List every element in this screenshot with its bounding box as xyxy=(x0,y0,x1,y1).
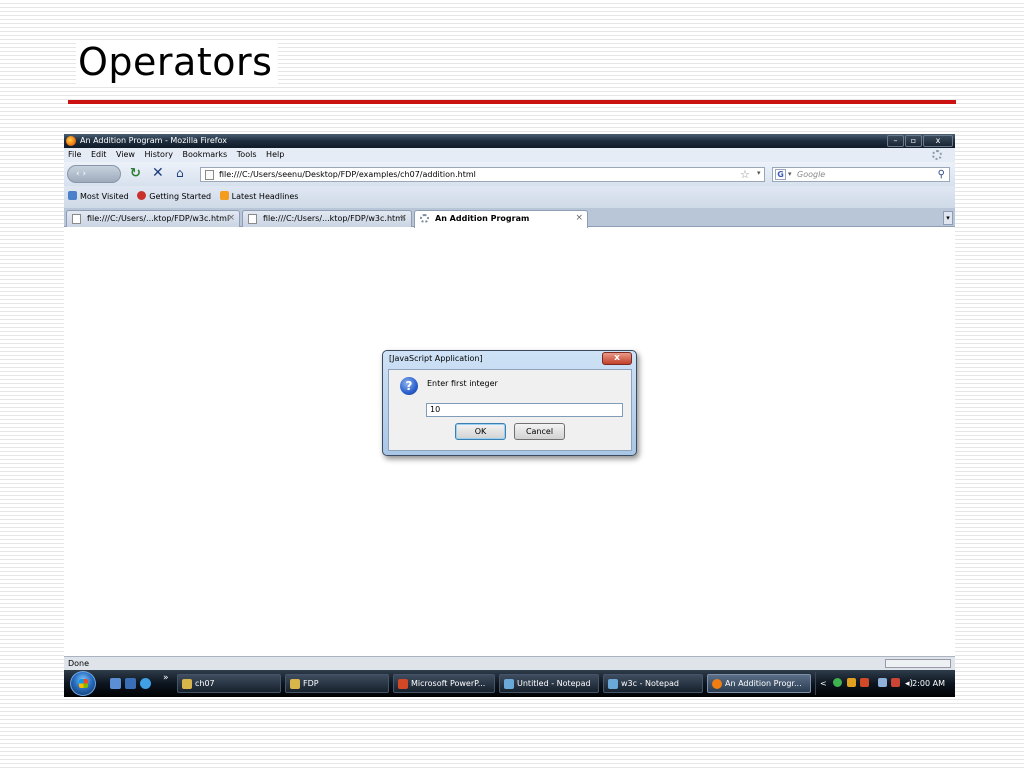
tab-w3c-1[interactable]: file:///C:/Users/...ktop/FDP/w3c.html × xyxy=(66,210,240,227)
back-forward-button[interactable]: ‹ › xyxy=(67,165,121,183)
close-window-button[interactable]: x xyxy=(923,135,953,147)
network-icon[interactable] xyxy=(877,678,887,687)
tab-w3c-2[interactable]: file:///C:/Users/...ktop/FDP/w3c.html × xyxy=(242,210,412,227)
taskbar-button-powerpoint[interactable]: Microsoft PowerP... xyxy=(393,674,495,693)
tab-label: file:///C:/Users/...ktop/FDP/w3c.html xyxy=(87,214,230,223)
getting-started-icon xyxy=(137,191,147,200)
menu-history[interactable]: History xyxy=(145,150,173,159)
search-icon[interactable]: ⚲ xyxy=(938,168,945,181)
windows-taskbar: » ch07 FDP Microsoft PowerP... Untitled … xyxy=(64,670,955,697)
browser-screenshot: An Addition Program - Mozilla Firefox – … xyxy=(64,134,955,697)
status-bar: Done xyxy=(64,656,955,670)
window-controls: – ▫ x xyxy=(886,135,953,147)
tab-label: file:///C:/Users/...ktop/FDP/w3c.html xyxy=(263,214,406,223)
tab-close-icon[interactable]: × xyxy=(575,211,583,226)
status-progress-bar xyxy=(885,659,951,668)
title-underline xyxy=(68,100,956,104)
dialog-input[interactable]: 10 xyxy=(426,403,623,417)
stop-icon[interactable]: ✕ xyxy=(152,165,164,181)
home-icon[interactable]: ⌂ xyxy=(176,166,184,180)
bookmark-most-visited[interactable]: Most Visited xyxy=(68,186,129,208)
tray-expand-icon[interactable]: < xyxy=(820,679,827,688)
dialog-body: ? Enter first integer 10 OK Cancel xyxy=(388,369,632,451)
show-desktop-icon[interactable] xyxy=(110,678,121,689)
url-bar[interactable]: file:///C:/Users/seenu/Desktop/FDP/examp… xyxy=(200,167,765,182)
internet-explorer-icon[interactable] xyxy=(140,678,151,689)
search-engine-icon[interactable]: G xyxy=(775,169,786,180)
folder-icon xyxy=(182,679,192,689)
navigation-toolbar: ‹ › ↻ ✕ ⌂ file:///C:/Users/seenu/Desktop… xyxy=(64,162,955,186)
url-dropdown-icon[interactable]: ▾ xyxy=(757,169,761,177)
taskbar-button-firefox[interactable]: An Addition Progr... xyxy=(707,674,811,693)
ok-button[interactable]: OK xyxy=(455,423,506,440)
tray-app-icon[interactable] xyxy=(860,678,870,687)
system-clock[interactable]: 2:00 AM xyxy=(912,672,945,695)
dialog-title: [JavaScript Application] xyxy=(389,354,483,363)
notepad-icon xyxy=(504,679,514,689)
bookmark-getting-started[interactable]: Getting Started xyxy=(137,186,211,208)
bookmark-latest-headlines[interactable]: Latest Headlines xyxy=(219,186,298,208)
rss-feed-icon xyxy=(219,191,229,200)
question-icon: ? xyxy=(400,377,418,395)
search-bar[interactable]: G ▾ Google ⚲ xyxy=(772,167,950,182)
taskbar-button-ch07[interactable]: ch07 xyxy=(177,674,281,693)
firefox-icon xyxy=(712,679,722,689)
minimize-button[interactable]: – xyxy=(887,135,904,147)
menu-file[interactable]: File xyxy=(68,150,81,159)
search-engine-dropdown-icon[interactable]: ▾ xyxy=(788,168,792,181)
folder-icon xyxy=(290,679,300,689)
taskbar-button-w3c-notepad[interactable]: w3c - Notepad xyxy=(603,674,703,693)
menu-bookmarks[interactable]: Bookmarks xyxy=(183,150,228,159)
tray-app-icon[interactable] xyxy=(833,678,843,687)
window-title: An Addition Program - Mozilla Firefox xyxy=(80,136,227,145)
page-icon xyxy=(205,170,214,180)
most-visited-icon xyxy=(68,191,77,200)
powerpoint-icon xyxy=(398,679,408,689)
menu-view[interactable]: View xyxy=(116,150,135,159)
cancel-button[interactable]: Cancel xyxy=(514,423,565,440)
notepad-icon xyxy=(608,679,618,689)
menu-tools[interactable]: Tools xyxy=(237,150,257,159)
system-tray: < ◂) 2:00 AM xyxy=(815,672,955,695)
tab-close-icon[interactable]: × xyxy=(399,211,407,226)
bookmark-star-icon[interactable]: ☆ xyxy=(740,168,750,181)
tab-strip: file:///C:/Users/...ktop/FDP/w3c.html × … xyxy=(64,208,955,228)
reload-icon[interactable]: ↻ xyxy=(130,166,141,181)
tab-close-icon[interactable]: × xyxy=(227,211,235,226)
tab-addition-program[interactable]: An Addition Program × xyxy=(414,210,588,228)
taskbar-button-fdp[interactable]: FDP xyxy=(285,674,389,693)
dialog-message: Enter first integer xyxy=(427,379,498,388)
tray-app-icon[interactable] xyxy=(846,678,856,687)
dialog-close-button[interactable]: x xyxy=(602,352,632,365)
url-text: file:///C:/Users/seenu/Desktop/FDP/examp… xyxy=(219,170,476,179)
menu-help[interactable]: Help xyxy=(266,150,284,159)
tab-list-button[interactable]: ▾ xyxy=(943,211,953,225)
slide-title: Operators xyxy=(76,40,279,84)
quicklaunch-overflow-icon[interactable]: » xyxy=(163,673,169,683)
javascript-prompt-dialog: [JavaScript Application] x ? Enter first… xyxy=(382,350,637,456)
firefox-logo-icon xyxy=(66,136,76,146)
menu-bar: File Edit View History Bookmarks Tools H… xyxy=(64,148,955,162)
loading-throbber-icon xyxy=(932,150,942,160)
tray-app-icon[interactable] xyxy=(891,678,901,687)
window-titlebar: An Addition Program - Mozilla Firefox – … xyxy=(64,134,955,148)
taskbar-button-untitled-notepad[interactable]: Untitled - Notepad xyxy=(499,674,599,693)
switch-windows-icon[interactable] xyxy=(125,678,136,689)
page-icon xyxy=(72,214,81,224)
search-placeholder: Google xyxy=(797,170,826,179)
menu-edit[interactable]: Edit xyxy=(91,150,107,159)
loading-spinner-icon xyxy=(420,214,429,223)
start-button[interactable] xyxy=(70,671,96,696)
maximize-button[interactable]: ▫ xyxy=(905,135,922,147)
status-text: Done xyxy=(68,659,90,668)
tab-label: An Addition Program xyxy=(435,214,530,223)
bookmarks-toolbar: Most Visited Getting Started Latest Head… xyxy=(64,186,955,208)
page-icon xyxy=(248,214,257,224)
